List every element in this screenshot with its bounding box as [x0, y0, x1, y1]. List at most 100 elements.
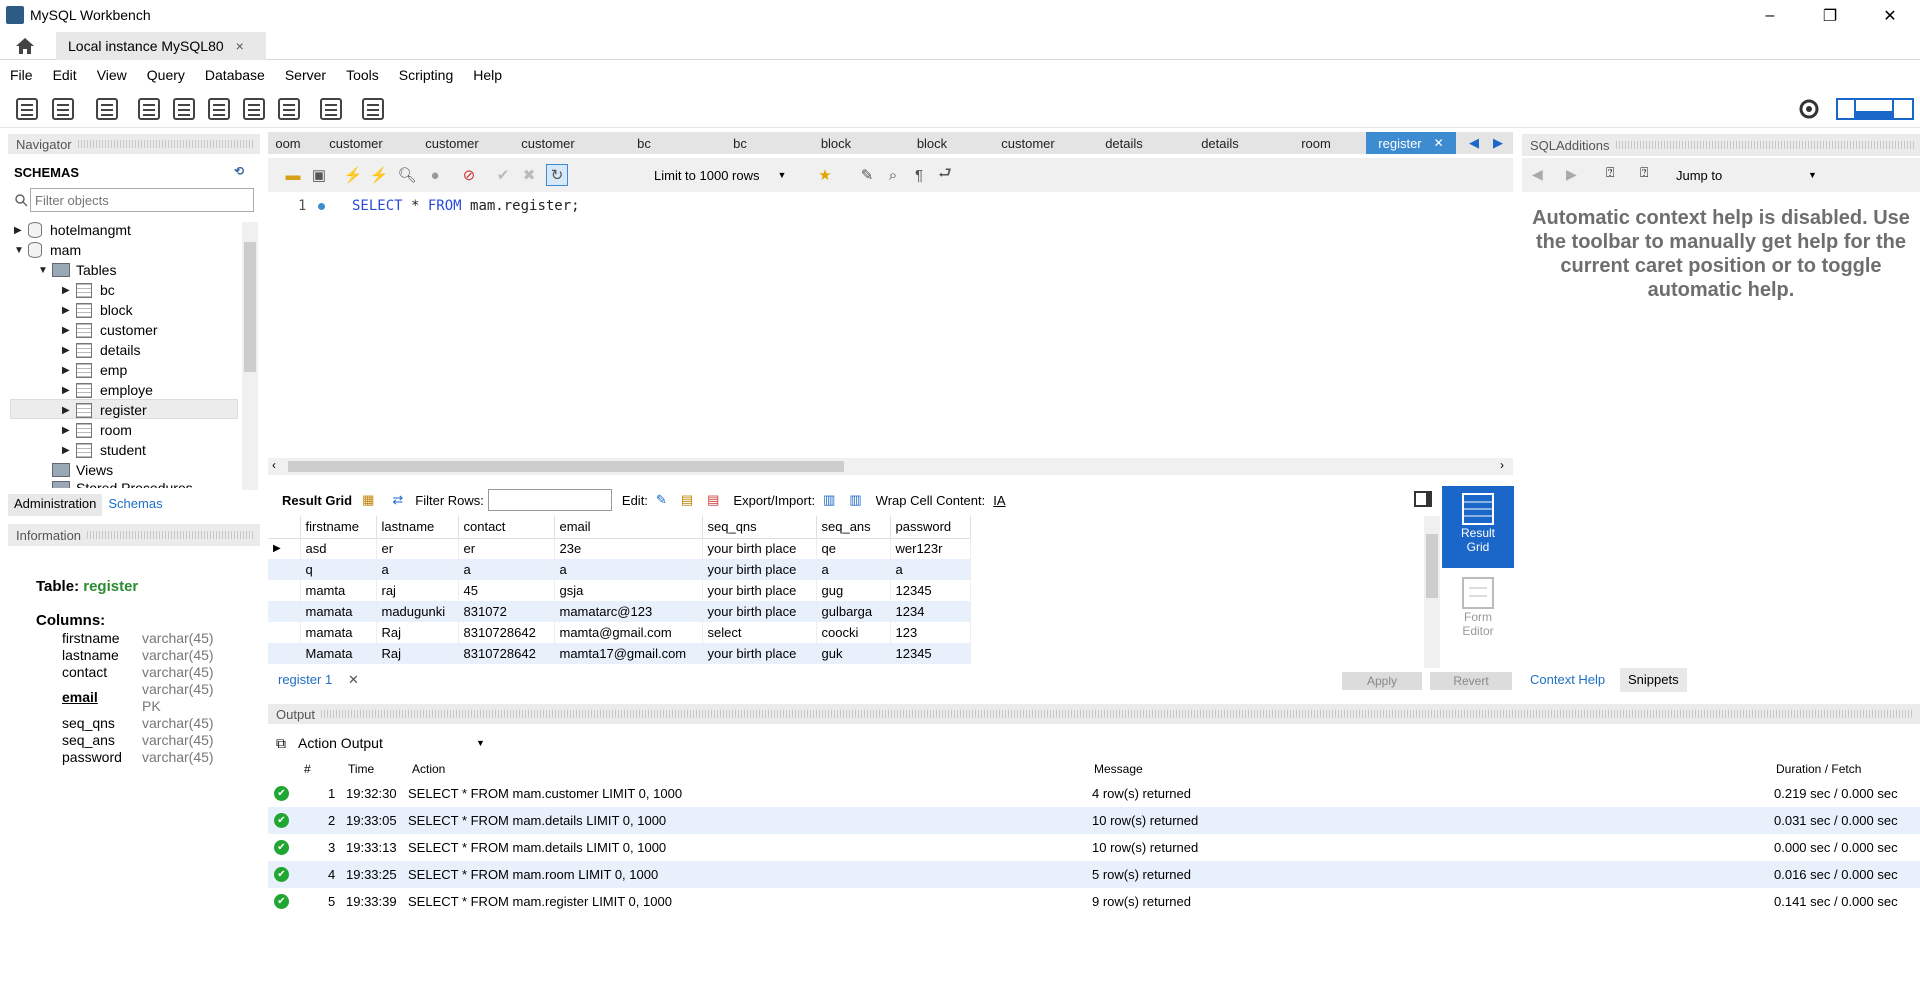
editor-tab[interactable]: customer: [404, 132, 500, 154]
editor-tab[interactable]: bc: [692, 132, 788, 154]
table-row[interactable]: ▶ asd er er 23e your birth place qe wer1…: [268, 538, 971, 559]
column-header[interactable]: contact: [458, 516, 555, 539]
table-cell[interactable]: 831072: [458, 601, 555, 622]
views-folder[interactable]: Views: [52, 460, 113, 480]
menu-tools[interactable]: Tools: [346, 67, 379, 83]
wrap-cell-icon[interactable]: IA: [993, 493, 1005, 508]
home-tab[interactable]: [0, 32, 50, 60]
editor-tab[interactable]: block: [788, 132, 884, 154]
tabs-scroll-left-icon[interactable]: ◀: [1462, 132, 1486, 154]
scroll-right-icon[interactable]: ›: [1500, 458, 1504, 472]
result-grid-label[interactable]: Result Grid: [282, 493, 352, 508]
table-row[interactable]: q a a a your birth place a a: [268, 559, 971, 580]
table-cell[interactable]: mamta@gmail.com: [554, 622, 703, 643]
execute-current-icon[interactable]: ⚡: [368, 164, 390, 186]
apply-button[interactable]: Apply: [1342, 672, 1422, 690]
table-row[interactable]: mamata Raj 8310728642 mamta@gmail.com se…: [268, 622, 971, 643]
forward-icon[interactable]: ▶: [1566, 166, 1577, 183]
table-cell[interactable]: er: [376, 538, 459, 559]
refresh-schemas-icon[interactable]: ⟲: [234, 164, 244, 178]
insert-row-icon[interactable]: ▤: [681, 492, 693, 508]
menu-edit[interactable]: Edit: [53, 67, 77, 83]
table-item-bc[interactable]: ▶ bc: [62, 280, 115, 300]
edit-row-icon[interactable]: ✎: [656, 492, 667, 508]
close-button[interactable]: ✕: [1860, 0, 1920, 32]
table-cell[interactable]: 1234: [890, 601, 971, 622]
result-grid-side-button[interactable]: Result Grid: [1442, 486, 1514, 568]
table-cell[interactable]: gulbarga: [816, 601, 891, 622]
find-icon[interactable]: ⌕: [882, 164, 904, 186]
table-item-employe[interactable]: ▶ employe: [62, 380, 153, 400]
tab-snippets[interactable]: Snippets: [1620, 668, 1687, 692]
table-cell[interactable]: er: [458, 538, 555, 559]
result-grid[interactable]: firstname lastname contact email seq_qns…: [268, 516, 974, 668]
expand-icon[interactable]: ▶: [62, 285, 76, 296]
table-row[interactable]: Mamata Raj 8310728642 mamta17@gmail.com …: [268, 643, 971, 664]
inspector-button[interactable]: [92, 94, 122, 124]
expand-icon[interactable]: ▶: [62, 345, 76, 356]
table-cell[interactable]: asd: [300, 538, 377, 559]
grid-icon[interactable]: ▦: [362, 492, 374, 508]
table-cell[interactable]: coocki: [816, 622, 891, 643]
tab-context-help[interactable]: Context Help: [1530, 672, 1605, 687]
row-selector[interactable]: [268, 601, 301, 622]
scrollbar-thumb[interactable]: [288, 461, 844, 472]
expand-icon[interactable]: ▶: [62, 445, 76, 456]
table-cell[interactable]: 45: [458, 580, 555, 601]
restore-button[interactable]: ❐: [1800, 0, 1860, 32]
delete-row-icon[interactable]: ▤: [707, 492, 719, 508]
execute-icon[interactable]: ⚡: [342, 164, 364, 186]
table-cell[interactable]: your birth place: [702, 643, 817, 664]
minimize-button[interactable]: –: [1740, 0, 1800, 32]
create-procedure-button[interactable]: [239, 94, 269, 124]
table-item-register[interactable]: ▶ register: [62, 400, 147, 420]
menu-file[interactable]: File: [10, 67, 33, 83]
output-row[interactable]: ✔ 2 19:33:05 SELECT * FROM mam.details L…: [268, 807, 1920, 834]
open-file-icon[interactable]: ▬: [282, 164, 304, 186]
table-cell[interactable]: q: [300, 559, 377, 580]
table-cell[interactable]: Mamata: [300, 643, 377, 664]
toggle-secondary-sidebar-icon[interactable]: [1894, 100, 1912, 118]
schema-mam[interactable]: ▼ mam: [14, 240, 81, 260]
column-header[interactable]: password: [890, 516, 971, 539]
tab-administration[interactable]: Administration: [8, 494, 103, 516]
word-wrap-icon[interactable]: ⮐: [934, 164, 956, 186]
table-cell[interactable]: 12345: [890, 580, 971, 601]
auto-help-icon[interactable]: ⍰: [1640, 164, 1648, 181]
table-cell[interactable]: mamatarc@123: [554, 601, 703, 622]
table-item-student[interactable]: ▶ student: [62, 440, 146, 460]
table-cell[interactable]: 123: [890, 622, 971, 643]
table-cell[interactable]: mamta: [300, 580, 377, 601]
editor-tab[interactable]: oom: [268, 132, 308, 154]
table-cell[interactable]: gug: [816, 580, 891, 601]
stored-procedures-folder[interactable]: Stored Procedures: [52, 478, 193, 488]
output-row[interactable]: ✔ 3 19:33:13 SELECT * FROM mam.details L…: [268, 834, 1920, 861]
editor-tab[interactable]: block: [884, 132, 980, 154]
toggle-sidebar-icon[interactable]: [1838, 100, 1856, 118]
limit-rows-select[interactable]: Limit to 1000 rows ▼: [646, 164, 796, 186]
export-icon[interactable]: ▥: [823, 492, 835, 508]
row-selector[interactable]: [268, 580, 301, 601]
sql-editor[interactable]: 1 SELECT * FROM mam.register;: [268, 194, 1513, 456]
tab-schemas[interactable]: Schemas: [102, 494, 169, 516]
table-cell[interactable]: 23e: [554, 538, 703, 559]
collapse-icon[interactable]: ▼: [38, 265, 52, 276]
connection-tab[interactable]: Local instance MySQL80 ×: [56, 32, 266, 60]
rollback-icon[interactable]: ✖: [518, 164, 540, 186]
row-selector[interactable]: [268, 622, 301, 643]
table-cell[interactable]: a: [890, 559, 971, 580]
editor-tab[interactable]: details: [1172, 132, 1268, 154]
stop-icon[interactable]: ●: [424, 164, 446, 186]
close-tab-icon[interactable]: ✕: [1434, 136, 1444, 150]
table-cell[interactable]: qe: [816, 538, 891, 559]
toggle-panel-icon[interactable]: [1414, 491, 1432, 507]
menu-scripting[interactable]: Scripting: [399, 67, 453, 83]
open-sql-script-button[interactable]: [48, 94, 78, 124]
panel-layout-toggles[interactable]: [1836, 98, 1914, 120]
back-icon[interactable]: ◀: [1532, 166, 1543, 183]
menu-query[interactable]: Query: [147, 67, 185, 83]
toggle-output-icon[interactable]: [1856, 100, 1894, 118]
settings-button[interactable]: [1794, 94, 1824, 124]
editor-tab[interactable]: customer: [980, 132, 1076, 154]
jump-to-select[interactable]: Jump to ▼: [1670, 164, 1820, 186]
